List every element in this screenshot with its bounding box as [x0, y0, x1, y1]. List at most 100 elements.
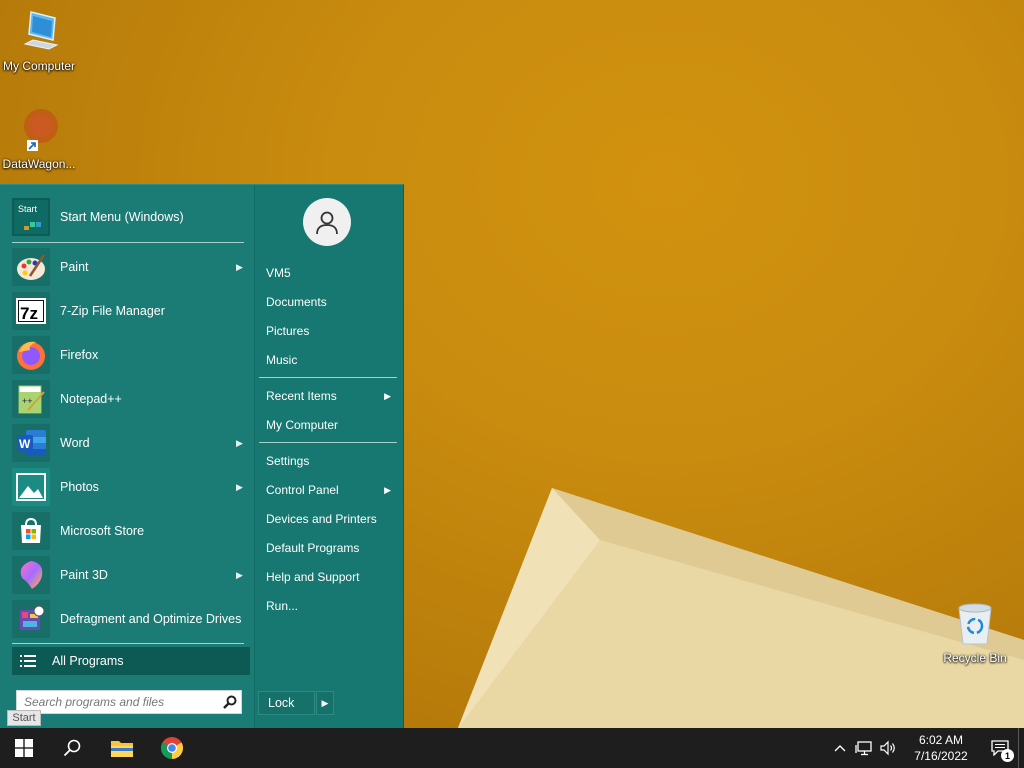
start-button[interactable] [0, 728, 48, 768]
user-icon [316, 211, 338, 235]
chrome-button[interactable] [148, 728, 196, 768]
svg-text:7z: 7z [20, 304, 38, 323]
program-firefox[interactable]: Firefox [12, 333, 248, 377]
documents-label: Documents [266, 295, 327, 309]
program-paint3d[interactable]: Paint 3D ▶ [12, 553, 248, 597]
program-7zip-label: 7-Zip File Manager [60, 303, 165, 318]
paint-icon [12, 248, 50, 286]
volume-icon[interactable] [876, 728, 900, 768]
program-notepadpp[interactable]: ++ Notepad++ [12, 377, 248, 421]
shutdown-options-arrow-icon[interactable]: ▶ [316, 691, 334, 715]
start-tooltip-label: Start [12, 712, 36, 724]
program-notepadpp-label: Notepad++ [60, 391, 122, 406]
program-photos-label: Photos [60, 479, 99, 494]
paint3d-icon [12, 556, 50, 594]
svg-text:++: ++ [22, 396, 33, 406]
search-icon [63, 739, 81, 757]
start-menu-windows-item[interactable]: Start Start Menu (Windows) [12, 195, 248, 239]
my-computer-desktop-icon[interactable]: My Computer [0, 8, 78, 73]
program-word[interactable]: W Word ▶ [12, 421, 248, 465]
notepadpp-icon: ++ [12, 380, 50, 418]
submenu-arrow-icon: ▶ [384, 390, 391, 401]
network-icon[interactable] [852, 728, 876, 768]
start-tooltip: Start [7, 710, 41, 726]
datawagon-desktop-icon[interactable]: DataWagon... [0, 106, 78, 171]
program-word-label: Word [60, 435, 90, 450]
datawagon-icon [24, 109, 58, 151]
action-center-button[interactable]: 1 [982, 728, 1018, 768]
submenu-arrow-icon: ▶ [236, 437, 243, 448]
all-programs-label: All Programs [52, 654, 124, 668]
program-7zip[interactable]: 7z 7-Zip File Manager [12, 289, 248, 333]
recycle-bin-desktop-icon[interactable]: Recycle Bin [936, 600, 1014, 665]
settings-item[interactable]: Settings [259, 449, 397, 473]
my-computer-menu-label: My Computer [266, 418, 339, 432]
submenu-arrow-icon: ▶ [384, 484, 391, 495]
documents-item[interactable]: Documents [259, 290, 397, 314]
pictures-label: Pictures [266, 324, 310, 338]
program-paint[interactable]: Paint ▶ [12, 245, 248, 289]
run-label: Run... [266, 599, 299, 613]
system-tray: 6:02 AM 7/16/2022 1 [828, 728, 1024, 768]
notification-count-badge: 1 [1001, 749, 1014, 762]
taskbar-search-button[interactable] [48, 728, 96, 768]
my-computer-label: My Computer [2, 59, 76, 73]
word-icon: W [12, 424, 50, 462]
recycle-bin-label: Recycle Bin [943, 651, 1007, 665]
svg-text:W: W [19, 437, 31, 451]
file-explorer-button[interactable] [98, 728, 146, 768]
list-icon [20, 654, 52, 668]
recent-items-item[interactable]: Recent Items ▶ [259, 384, 397, 408]
devices-printers-item[interactable]: Devices and Printers [259, 507, 397, 531]
recent-items-label: Recent Items [266, 389, 337, 403]
program-photos[interactable]: Photos ▶ [12, 465, 248, 509]
user-folder-label: VM5 [266, 266, 291, 280]
submenu-arrow-icon: ▶ [236, 569, 243, 580]
program-firefox-label: Firefox [60, 347, 99, 362]
all-programs-button[interactable]: All Programs [12, 647, 250, 675]
lock-button[interactable]: Lock [258, 691, 315, 715]
show-hidden-icons-chevron-up-icon[interactable] [828, 728, 852, 768]
folder-icon [111, 741, 133, 757]
pictures-item[interactable]: Pictures [259, 319, 397, 343]
separator [259, 377, 397, 378]
help-support-label: Help and Support [266, 570, 360, 584]
user-avatar[interactable] [303, 198, 351, 246]
clock[interactable]: 6:02 AM 7/16/2022 [906, 732, 976, 764]
separator [12, 242, 244, 243]
taskbar: 6:02 AM 7/16/2022 1 [0, 728, 1024, 768]
control-panel-item[interactable]: Control Panel ▶ [259, 478, 397, 502]
program-defrag[interactable]: Defragment and Optimize Drives [12, 597, 248, 641]
music-item[interactable]: Music [259, 348, 397, 372]
default-programs-label: Default Programs [266, 541, 360, 555]
run-item[interactable]: Run... [259, 594, 397, 618]
clock-date: 7/16/2022 [914, 749, 968, 763]
submenu-arrow-icon: ▶ [236, 481, 243, 492]
firefox-icon [12, 336, 50, 374]
control-panel-label: Control Panel [266, 483, 339, 497]
my-computer-item[interactable]: My Computer [259, 413, 397, 437]
program-paint3d-label: Paint 3D [60, 567, 108, 582]
default-programs-item[interactable]: Default Programs [259, 536, 397, 560]
chrome-icon [161, 737, 183, 759]
datawagon-label: DataWagon... [2, 157, 76, 171]
program-microsoft-store[interactable]: Microsoft Store [12, 509, 248, 553]
search-box[interactable] [16, 690, 242, 714]
search-input[interactable] [24, 695, 219, 709]
settings-label: Settings [266, 454, 310, 468]
program-defrag-label: Defragment and Optimize Drives [60, 611, 242, 626]
program-paint-label: Paint [60, 259, 89, 274]
devices-printers-label: Devices and Printers [266, 512, 377, 526]
separator [259, 442, 397, 443]
music-label: Music [266, 353, 298, 367]
user-folder-item[interactable]: VM5 [259, 261, 397, 285]
defrag-icon [12, 600, 50, 638]
photos-icon [12, 468, 50, 506]
search-icon[interactable] [219, 695, 241, 709]
start-menu-icon: Start [12, 198, 50, 236]
program-microsoft-store-label: Microsoft Store [60, 523, 145, 538]
help-support-item[interactable]: Help and Support [259, 565, 397, 589]
start-menu-places-column: VM5 Documents Pictures Music Recent Item… [255, 185, 403, 729]
clock-time: 6:02 AM [918, 733, 964, 747]
show-desktop-button[interactable] [1018, 728, 1024, 768]
